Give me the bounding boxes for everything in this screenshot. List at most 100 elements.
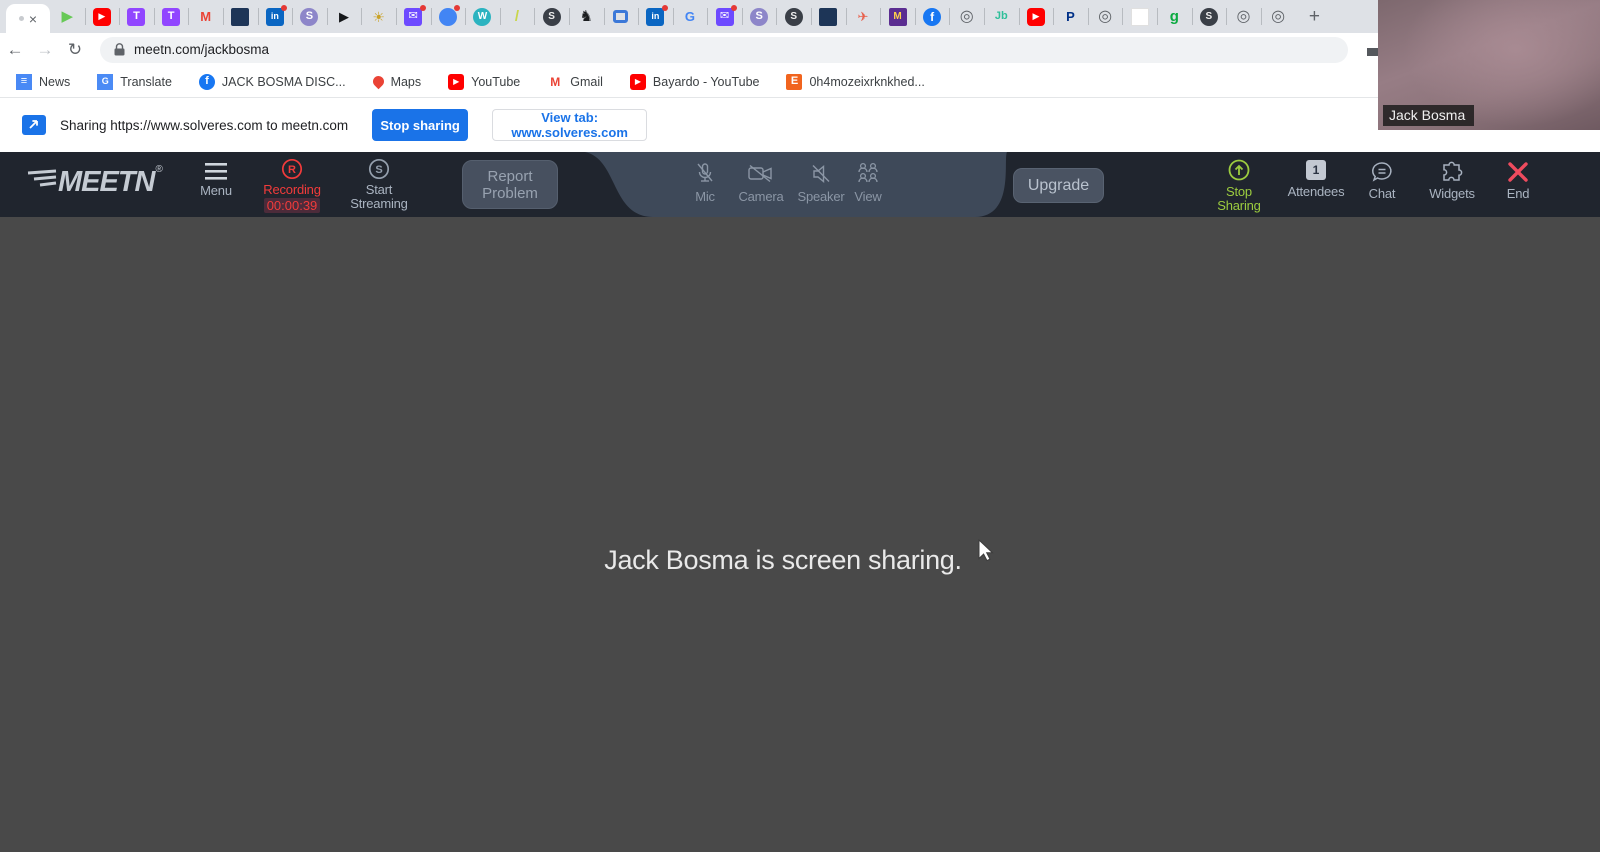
- mic-button[interactable]: Mic: [683, 161, 727, 204]
- webcam-name-label: Jack Bosma: [1383, 105, 1475, 126]
- bookmark-etsy[interactable]: E 0h4mozeixrknkhed...: [786, 73, 925, 90]
- tab-navy-square-icon[interactable]: [222, 0, 258, 33]
- url-text[interactable]: meetn.com/jackbosma: [134, 42, 269, 57]
- tab-linkedin-icon[interactable]: in: [638, 0, 673, 33]
- tab-linkedin-icon[interactable]: in: [257, 0, 293, 33]
- upgrade-button[interactable]: Upgrade: [1013, 168, 1104, 203]
- stop-sharing-button[interactable]: Stop sharing: [372, 109, 469, 141]
- report-problem-button[interactable]: Report Problem: [462, 160, 558, 209]
- reload-icon[interactable]: ↻: [60, 40, 90, 60]
- bookmark-google-translate[interactable]: G Translate: [97, 73, 172, 90]
- attendees-button[interactable]: 1 Attendees: [1281, 160, 1351, 199]
- tab-chromium-icon[interactable]: ◎: [1087, 0, 1123, 33]
- meetn-toolbar: MEETN ® Menu R Recording 00:00:39 S Star…: [0, 152, 1600, 217]
- tab-paypal-icon[interactable]: P: [1053, 0, 1088, 33]
- tab-twitch-icon[interactable]: T: [119, 0, 154, 33]
- forward-icon[interactable]: →: [30, 40, 60, 60]
- start-streaming-button[interactable]: S Start Streaming: [342, 158, 416, 211]
- tab-red-swoosh-icon[interactable]: ✈: [845, 0, 881, 33]
- webcam-preview[interactable]: Jack Bosma: [1378, 0, 1600, 130]
- end-label: End: [1506, 186, 1530, 201]
- speaker-label: Speaker: [797, 189, 845, 204]
- tab-black-arrow-icon[interactable]: ▶: [326, 0, 362, 33]
- mouse-cursor-icon: [978, 539, 994, 562]
- bookmark-gmail[interactable]: M Gmail: [547, 74, 603, 90]
- bookmark-label: 0h4mozeixrknkhed...: [809, 74, 925, 89]
- tab-youtube-icon[interactable]: ▶: [84, 0, 120, 33]
- new-tab-button[interactable]: +: [1299, 0, 1329, 33]
- tab-purple-spiral-icon[interactable]: S: [292, 0, 327, 33]
- bookmark-label: Gmail: [570, 74, 603, 89]
- widgets-label: Widgets: [1429, 186, 1475, 201]
- screen: × ▶ ▶ T T M in S ▶ ☀ ✉ W / S ♞ in G ✉ S …: [0, 0, 1600, 852]
- tab-blank-icon[interactable]: [1122, 0, 1157, 33]
- bookmark-google-news[interactable]: ≡ News: [16, 73, 70, 90]
- tab-gmail-icon[interactable]: M: [188, 0, 223, 33]
- tab-navy-square-icon[interactable]: [811, 0, 846, 33]
- tab-chromium-icon[interactable]: ◎: [949, 0, 984, 33]
- omnibox[interactable]: meetn.com/jackbosma: [100, 36, 1348, 63]
- mic-label: Mic: [695, 189, 715, 204]
- svg-text:S: S: [375, 164, 382, 176]
- speaker-button[interactable]: Speaker: [793, 161, 849, 204]
- tab-lime-icon[interactable]: /: [499, 0, 535, 33]
- hamburger-icon: [205, 163, 227, 180]
- recording-timer: 00:00:39: [263, 198, 321, 213]
- browser-address-bar: ← → ↻ meetn.com/jackbosma: [0, 33, 1600, 66]
- stop-sharing-icon: [1228, 159, 1250, 181]
- camera-button[interactable]: Camera: [735, 161, 787, 204]
- chat-bubble-icon: [1371, 162, 1392, 182]
- back-icon[interactable]: ←: [0, 40, 30, 60]
- bookmark-google-maps[interactable]: Maps: [370, 73, 421, 90]
- menu-button[interactable]: Menu: [192, 161, 240, 198]
- tab-teal-w-icon[interactable]: W: [465, 0, 500, 33]
- tab-twitch-icon[interactable]: T: [153, 0, 189, 33]
- tab-youtube-icon[interactable]: ▶: [1018, 0, 1054, 33]
- tab-chromium-icon[interactable]: ◎: [1260, 0, 1296, 33]
- bookmark-facebook[interactable]: f JACK BOSMA DISC...: [198, 73, 346, 90]
- recording-indicator[interactable]: R Recording 00:00:39: [255, 158, 329, 213]
- widgets-button[interactable]: Widgets: [1422, 160, 1482, 201]
- bookmark-label: Translate: [120, 74, 172, 89]
- tab-blue-circle-icon[interactable]: [430, 0, 466, 33]
- bookmark-label: JACK BOSMA DISC...: [221, 74, 346, 89]
- bookmark-label: YouTube: [471, 74, 521, 89]
- view-tab-button[interactable]: View tab: www.solveres.com: [492, 109, 648, 141]
- tab-purple-m-icon[interactable]: M: [880, 0, 915, 33]
- tab-purple-mail-icon[interactable]: ✉: [707, 0, 742, 33]
- bookmark-youtube[interactable]: ▶ Bayardo - YouTube: [629, 73, 760, 90]
- streaming-label-2: Streaming: [350, 196, 408, 211]
- tab-dark-globe-icon[interactable]: S: [776, 0, 811, 33]
- attendees-label: Attendees: [1287, 184, 1345, 199]
- tab-badge-icon[interactable]: ☀: [361, 0, 396, 33]
- tab-close-icon[interactable]: ×: [29, 12, 37, 26]
- report-label-2: Problem: [482, 184, 538, 202]
- view-label: View: [854, 189, 882, 204]
- tab-purple-mail-icon[interactable]: ✉: [395, 0, 431, 33]
- view-button[interactable]: View: [846, 161, 890, 204]
- logo-registered-mark: ®: [155, 164, 163, 175]
- chat-button[interactable]: Chat: [1360, 160, 1404, 201]
- tab-chromium-icon[interactable]: ◎: [1226, 0, 1261, 33]
- tab-bird-icon[interactable]: ♞: [568, 0, 604, 33]
- tab-green-g-icon[interactable]: g: [1157, 0, 1192, 33]
- tab-teal-jb-icon[interactable]: Jb: [984, 0, 1019, 33]
- attendees-count-badge: 1: [1306, 160, 1326, 180]
- tab-purple-spiral-icon[interactable]: S: [741, 0, 777, 33]
- end-meeting-button[interactable]: End: [1496, 160, 1540, 201]
- bookmark-youtube[interactable]: ▶ YouTube: [448, 73, 521, 90]
- mic-muted-icon: [697, 163, 713, 182]
- tab-facebook-icon[interactable]: f: [914, 0, 950, 33]
- bookmark-label: Bayardo - YouTube: [652, 74, 760, 89]
- tab-monitor-icon[interactable]: [603, 0, 639, 33]
- tab-dark-globe-icon[interactable]: S: [1191, 0, 1227, 33]
- active-tab[interactable]: ×: [6, 4, 50, 33]
- stop-sharing-label-2: Sharing: [1217, 198, 1261, 213]
- logo-speed-lines-icon: [27, 169, 57, 187]
- meetn-logo[interactable]: MEETN ®: [26, 164, 163, 198]
- stop-sharing-toolbar-button[interactable]: Stop Sharing: [1209, 158, 1269, 213]
- tab-google-icon[interactable]: G: [672, 0, 708, 33]
- tab-rumble-icon[interactable]: ▶: [50, 0, 85, 33]
- tab-dark-globe-icon[interactable]: S: [534, 0, 569, 33]
- bookmarks-bar: ≡ News G Translate f JACK BOSMA DISC... …: [0, 66, 1600, 98]
